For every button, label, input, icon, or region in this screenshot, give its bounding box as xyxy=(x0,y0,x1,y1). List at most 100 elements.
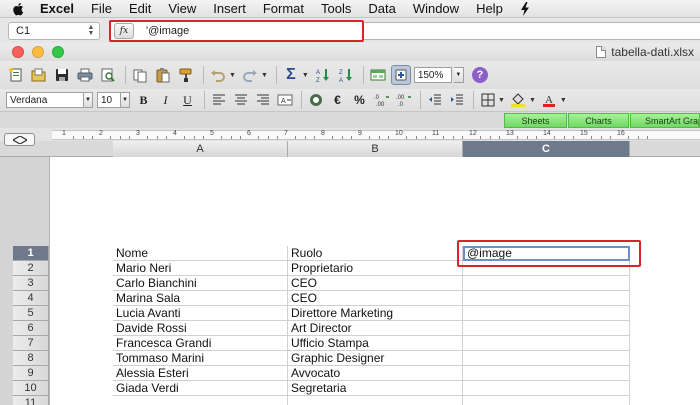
close-window-button[interactable] xyxy=(12,46,24,58)
font-size-select[interactable]: 10 xyxy=(97,92,121,108)
table-cell[interactable]: Alessia Esteri xyxy=(113,366,288,381)
row-header-2[interactable]: 2 xyxy=(13,261,49,276)
table-cell[interactable]: Avvocato xyxy=(288,366,463,381)
table-cell[interactable]: Graphic Designer xyxy=(288,351,463,366)
row-header-11[interactable]: 11 xyxy=(13,396,49,405)
horizontal-ruler[interactable]: 1 2 3 4 5 6 7 8 9 10 11 12 13 14 15 16 xyxy=(52,130,700,140)
align-center-icon[interactable] xyxy=(231,91,250,109)
table-cell[interactable]: CEO xyxy=(288,276,463,291)
row-header-7[interactable]: 7 xyxy=(13,336,49,351)
font-size-dropdown-icon[interactable]: ▼ xyxy=(121,92,130,108)
menu-file[interactable]: File xyxy=(91,1,112,16)
print-preview-icon[interactable] xyxy=(98,65,118,85)
currency-button[interactable]: € xyxy=(328,91,347,109)
table-cell[interactable]: Davide Rossi xyxy=(113,321,288,336)
table-cell[interactable]: Giada Verdi xyxy=(113,381,288,396)
minimize-window-button[interactable] xyxy=(32,46,44,58)
fx-button[interactable]: fx xyxy=(114,23,134,39)
table-cell[interactable]: CEO xyxy=(288,291,463,306)
table-cell[interactable]: Lucia Avanti xyxy=(113,306,288,321)
row-header-9[interactable]: 9 xyxy=(13,366,49,381)
formula-input-extension[interactable] xyxy=(364,22,700,40)
menu-view[interactable]: View xyxy=(168,1,196,16)
row-header-6[interactable]: 6 xyxy=(13,321,49,336)
tab-charts[interactable]: Charts xyxy=(568,113,629,128)
bold-button[interactable]: B xyxy=(134,91,153,109)
table-cell[interactable] xyxy=(463,291,630,306)
menu-edit[interactable]: Edit xyxy=(129,1,151,16)
table-cell[interactable] xyxy=(463,381,630,396)
paste-icon[interactable] xyxy=(153,65,173,85)
column-header-c[interactable]: C xyxy=(463,141,630,157)
align-right-icon[interactable] xyxy=(253,91,272,109)
table-cell[interactable] xyxy=(113,396,288,405)
menu-format[interactable]: Format xyxy=(263,1,304,16)
save-icon[interactable] xyxy=(52,65,72,85)
font-color-icon[interactable]: A xyxy=(540,91,559,109)
table-cell[interactable] xyxy=(463,336,630,351)
zoom-window-button[interactable] xyxy=(52,46,64,58)
active-cell[interactable]: @image xyxy=(463,246,630,261)
merge-center-icon[interactable]: A xyxy=(275,91,294,109)
row-header-10[interactable]: 10 xyxy=(13,381,49,396)
menu-app-excel[interactable]: Excel xyxy=(40,1,74,16)
format-painter-icon[interactable] xyxy=(176,65,196,85)
row-header-5[interactable]: 5 xyxy=(13,306,49,321)
redo-dropdown-icon[interactable]: ▼ xyxy=(261,72,268,79)
undo-dropdown-icon[interactable]: ▼ xyxy=(229,72,236,79)
align-left-icon[interactable] xyxy=(209,91,228,109)
help-button[interactable]: ? xyxy=(471,67,488,83)
table-cell[interactable]: Nome xyxy=(113,246,288,261)
name-box-stepper-icon[interactable]: ▲ ▼ xyxy=(86,24,96,37)
table-cell[interactable] xyxy=(463,321,630,336)
redo-icon[interactable] xyxy=(240,65,260,85)
zoom-field[interactable]: 150% xyxy=(413,67,452,83)
name-box[interactable]: C1 ▲ ▼ xyxy=(8,22,100,40)
autosum-dropdown-icon[interactable]: ▼ xyxy=(302,72,309,79)
row-header-1[interactable]: 1 xyxy=(13,246,49,261)
menu-window[interactable]: Window xyxy=(413,1,459,16)
row-header-4[interactable]: 4 xyxy=(13,291,49,306)
table-cell[interactable] xyxy=(463,306,630,321)
menu-help[interactable]: Help xyxy=(476,1,503,16)
increase-decimal-icon[interactable]: .0.00 xyxy=(372,91,391,109)
row-header-3[interactable]: 3 xyxy=(13,276,49,291)
column-header-a[interactable]: A xyxy=(113,141,288,157)
apple-icon[interactable] xyxy=(12,2,26,16)
menu-insert[interactable]: Insert xyxy=(213,1,246,16)
table-cell[interactable] xyxy=(463,396,630,405)
table-cell[interactable] xyxy=(463,366,630,381)
accounting-format-icon[interactable] xyxy=(306,91,325,109)
column-header-b[interactable]: B xyxy=(288,141,463,157)
borders-dropdown-icon[interactable]: ▼ xyxy=(498,97,505,104)
print-icon[interactable] xyxy=(75,65,95,85)
table-cell[interactable]: Proprietario xyxy=(288,261,463,276)
cut-icon[interactable] xyxy=(130,65,150,85)
table-cell[interactable]: Francesca Grandi xyxy=(113,336,288,351)
borders-icon[interactable] xyxy=(478,91,497,109)
row-header-8[interactable]: 8 xyxy=(13,351,49,366)
menu-tools[interactable]: Tools xyxy=(321,1,351,16)
table-cell[interactable]: Segretaria xyxy=(288,381,463,396)
table-cell[interactable] xyxy=(463,351,630,366)
zoom-dropdown-icon[interactable]: ▼ xyxy=(453,67,464,83)
percent-button[interactable]: % xyxy=(350,91,369,109)
sort-ascending-icon[interactable]: AZ xyxy=(313,65,333,85)
underline-button[interactable]: U xyxy=(178,91,197,109)
table-cell[interactable]: Marina Sala xyxy=(113,291,288,306)
script-menu-icon[interactable] xyxy=(520,1,532,16)
table-cell[interactable]: Carlo Bianchini xyxy=(113,276,288,291)
decrease-indent-icon[interactable] xyxy=(425,91,444,109)
formula-input[interactable]: '@image xyxy=(146,25,189,37)
menu-data[interactable]: Data xyxy=(368,1,395,16)
font-name-select[interactable]: Verdana xyxy=(6,92,84,108)
tab-sheets[interactable]: Sheets xyxy=(504,113,567,128)
fill-color-icon[interactable] xyxy=(509,91,528,109)
tab-smartart-graphics[interactable]: SmartArt Graphics xyxy=(630,113,700,128)
font-name-dropdown-icon[interactable]: ▼ xyxy=(84,92,93,108)
decrease-decimal-icon[interactable]: .00.0 xyxy=(394,91,413,109)
table-cell[interactable] xyxy=(463,261,630,276)
gallery-icon[interactable] xyxy=(368,65,388,85)
increase-indent-icon[interactable] xyxy=(447,91,466,109)
undo-icon[interactable] xyxy=(208,65,228,85)
